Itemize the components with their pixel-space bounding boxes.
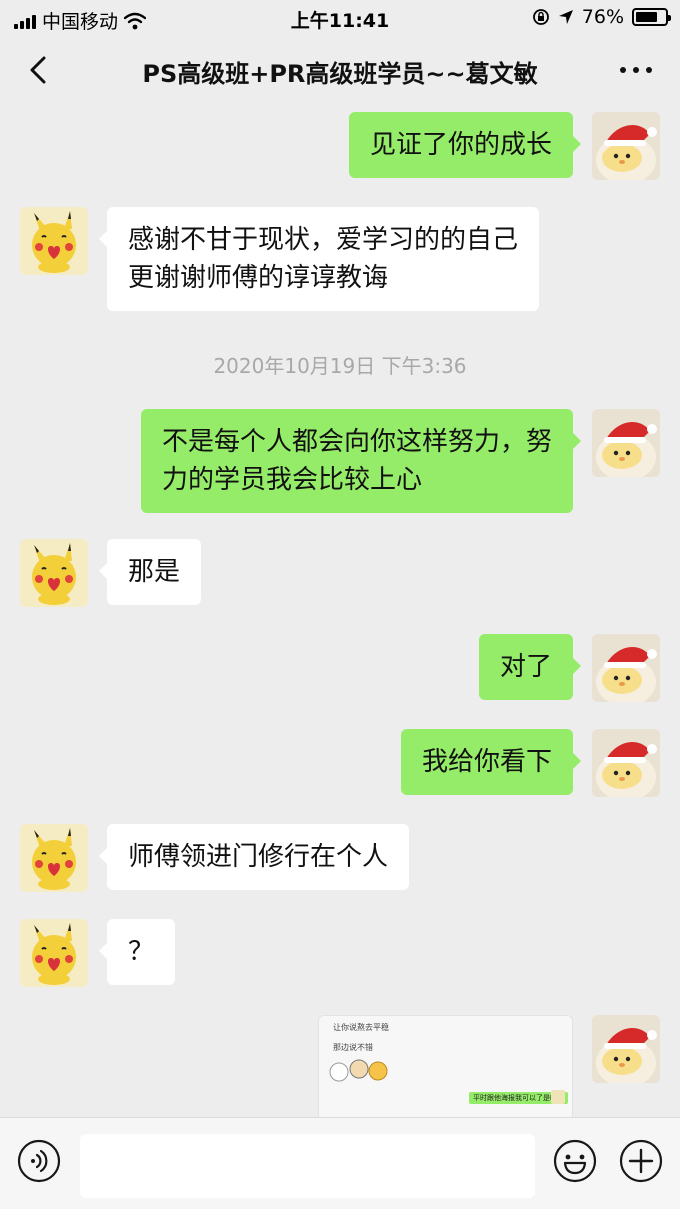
message-text: 师傅领进门修行在个人 xyxy=(128,842,389,872)
screenshot-text: 那边说不错 xyxy=(333,1043,373,1052)
message-text: ？ xyxy=(128,937,155,967)
contact-avatar[interactable] xyxy=(20,919,88,987)
self-avatar[interactable] xyxy=(592,1015,660,1083)
contact-avatar[interactable] xyxy=(20,539,88,607)
battery-fill xyxy=(636,12,658,22)
input-bar xyxy=(0,1117,680,1209)
battery-percent: 76% xyxy=(581,6,624,28)
message-text: 那是 xyxy=(128,557,181,587)
status-bar: 中国移动 上午11:41 76% xyxy=(0,0,680,36)
message-bubble-incoming[interactable]: 那是 xyxy=(98,539,202,605)
self-avatar[interactable] xyxy=(592,112,660,180)
message-text: 对了 xyxy=(499,652,552,682)
more-dots-icon[interactable] xyxy=(614,50,658,90)
status-right: 76% xyxy=(532,6,671,28)
battery-icon xyxy=(632,8,671,26)
message-text: 我给你看下 xyxy=(421,747,552,777)
mini-avatar xyxy=(551,1090,565,1104)
message-text: 不是每个人都会向你这样努力，努 xyxy=(161,427,552,457)
message-bubble-outgoing[interactable]: 见证了你的成长 xyxy=(348,112,582,178)
self-avatar[interactable] xyxy=(592,729,660,797)
message-bubble-outgoing[interactable]: 不是每个人都会向你这样努力，努 力的学员我会比较上心 xyxy=(140,409,582,513)
message-text: 更谢谢师傅的谆谆教诲 xyxy=(128,263,389,293)
self-avatar[interactable] xyxy=(592,634,660,702)
chat-title: PS高级班+PR高级班学员~~葛文敏 xyxy=(142,60,538,88)
voice-icon[interactable] xyxy=(16,1138,62,1184)
sticker-group-icon xyxy=(329,1059,388,1082)
self-avatar[interactable] xyxy=(592,409,660,477)
rotation-lock-icon xyxy=(532,9,549,25)
screenshot-text: 让你说熬去平稳 xyxy=(333,1023,389,1032)
nav-bar: PS高级班+PR高级班学员~~葛文敏 xyxy=(0,36,680,104)
message-bubble-outgoing[interactable]: 我给你看下 xyxy=(400,729,582,795)
message-bubble-incoming[interactable]: 师傅领进门修行在个人 xyxy=(98,824,410,890)
chevron-left-icon[interactable] xyxy=(20,50,60,90)
contact-avatar[interactable] xyxy=(20,207,88,275)
contact-avatar[interactable] xyxy=(20,824,88,892)
message-bubble-incoming[interactable]: ？ xyxy=(98,919,176,985)
message-input[interactable] xyxy=(80,1134,535,1198)
message-text: 感谢不甘于现状，爱学习的的自己 xyxy=(128,225,519,255)
location-icon xyxy=(558,10,573,24)
message-bubble-incoming[interactable]: 感谢不甘于现状，爱学习的的自己 更谢谢师傅的谆谆教诲 xyxy=(98,207,540,311)
message-text: 力的学员我会比较上心 xyxy=(161,465,422,495)
message-text: 见证了你的成长 xyxy=(369,130,552,160)
message-bubble-outgoing[interactable]: 对了 xyxy=(478,634,582,700)
chat-timestamp: 2020年10月19日 下午3:36 xyxy=(213,354,467,378)
shared-screenshot-image[interactable]: 让你说熬去平稳 那边说不错 平时跟他海报我可以了是吧？ xyxy=(318,1015,573,1121)
emoji-icon[interactable] xyxy=(552,1138,598,1184)
plus-icon[interactable] xyxy=(618,1138,664,1184)
